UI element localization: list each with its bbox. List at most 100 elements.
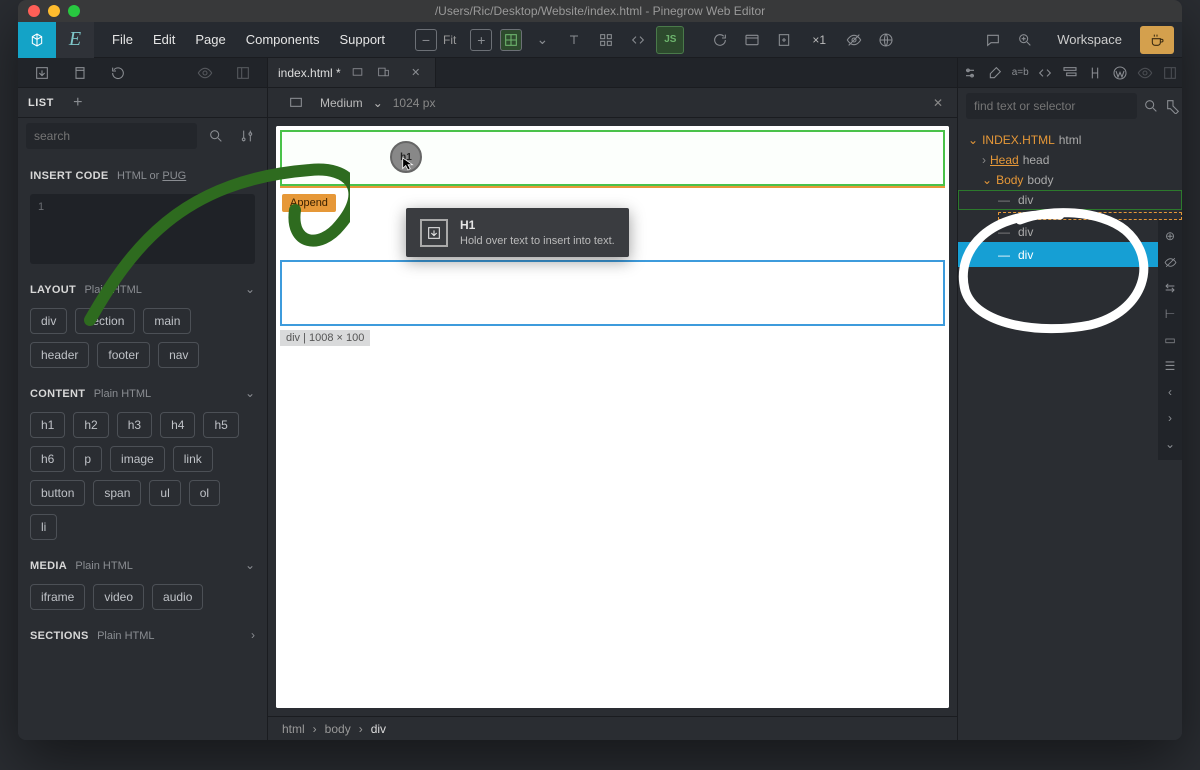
selector-icon[interactable] <box>1165 92 1181 120</box>
pug-link[interactable]: PUG <box>162 170 186 182</box>
library-icon[interactable] <box>66 59 94 87</box>
tree-panel-icon[interactable] <box>1058 59 1083 87</box>
list-tab[interactable]: LIST <box>28 97 54 109</box>
tree-file-root[interactable]: ⌄ INDEX.HTML html <box>958 130 1182 150</box>
eye-icon[interactable] <box>191 59 219 87</box>
move-icon[interactable]: ⇆ <box>1160 278 1180 298</box>
coffee-icon[interactable] <box>1140 26 1174 54</box>
tree-div-selected[interactable]: —div <box>958 242 1182 267</box>
tag-audio[interactable]: audio <box>152 584 203 610</box>
tree-div-2[interactable]: —div <box>958 222 1182 242</box>
browser-preview-icon[interactable] <box>738 26 766 54</box>
tag-main[interactable]: main <box>143 308 191 334</box>
tag-li[interactable]: li <box>30 514 57 540</box>
settings-icon[interactable] <box>958 59 983 87</box>
visibility-icon[interactable] <box>840 26 868 54</box>
align-icon[interactable]: ⊢ <box>1160 304 1180 324</box>
component-search-input[interactable] <box>26 123 197 149</box>
chevron-down-icon[interactable]: ⌄ <box>245 168 255 182</box>
code-icon[interactable] <box>624 26 652 54</box>
zoom-level[interactable]: ×1 <box>812 33 826 47</box>
tag-span[interactable]: span <box>93 480 141 506</box>
chevron-right-icon[interactable]: › <box>1160 408 1180 428</box>
chevron-left-icon[interactable]: ‹ <box>1160 382 1180 402</box>
close-viewport-icon[interactable]: ✕ <box>933 96 943 110</box>
tag-button[interactable]: button <box>30 480 85 506</box>
editor-mode-icon[interactable]: E <box>56 22 94 58</box>
refresh-icon[interactable] <box>706 26 734 54</box>
document-tab[interactable]: index.html * ✕ <box>268 58 436 87</box>
tag-h5[interactable]: h5 <box>203 412 238 438</box>
chevron-down-icon[interactable]: ⌄ <box>245 558 255 572</box>
insert-panel-icon[interactable] <box>28 59 56 87</box>
search-icon[interactable] <box>1143 92 1159 120</box>
responsive-icon[interactable] <box>375 64 393 82</box>
magnify-icon[interactable] <box>1011 26 1039 54</box>
viewport-size-label[interactable]: Medium <box>320 96 363 110</box>
tag-section[interactable]: section <box>75 308 135 334</box>
visual-helpers-icon[interactable] <box>500 29 522 51</box>
tag-header[interactable]: header <box>30 342 89 368</box>
fit-label[interactable]: Fit <box>443 33 456 47</box>
add-tab-icon[interactable]: + <box>64 89 92 117</box>
wordpress-icon[interactable] <box>1107 59 1132 87</box>
tag-h3[interactable]: h3 <box>117 412 152 438</box>
css-grid-icon[interactable] <box>592 26 620 54</box>
tag-ol[interactable]: ol <box>189 480 220 506</box>
tag-footer[interactable]: footer <box>97 342 150 368</box>
panel-layout-icon[interactable] <box>229 59 257 87</box>
text-tool-icon[interactable] <box>560 26 588 54</box>
tag-link[interactable]: link <box>173 446 213 472</box>
viewport-icon[interactable] <box>282 89 310 117</box>
close-tab-icon[interactable]: ✕ <box>407 64 425 82</box>
chevron-down-icon[interactable]: ⌄ <box>245 282 255 296</box>
tag-h2[interactable]: h2 <box>73 412 108 438</box>
tag-image[interactable]: image <box>110 446 165 472</box>
box-icon[interactable]: ▭ <box>1160 330 1180 350</box>
menu-file[interactable]: File <box>102 22 143 58</box>
zoom-in-icon[interactable]: + <box>470 29 492 51</box>
tag-nav[interactable]: nav <box>158 342 199 368</box>
zoom-out-icon[interactable]: − <box>415 29 437 51</box>
js-icon[interactable]: JS <box>656 26 684 54</box>
tag-ul[interactable]: ul <box>149 480 180 506</box>
tree-head[interactable]: › Head head <box>958 150 1182 170</box>
drop-target-div[interactable] <box>280 130 945 186</box>
menu-page[interactable]: Page <box>185 22 235 58</box>
chat-icon[interactable] <box>979 26 1007 54</box>
dropdown-chevron-icon[interactable]: ⌄ <box>528 26 556 54</box>
globe-icon[interactable] <box>872 26 900 54</box>
chevron-down-icon[interactable]: ⌄ <box>245 386 255 400</box>
brush-icon[interactable] <box>983 59 1008 87</box>
tree-div-1[interactable]: —div <box>958 190 1182 210</box>
chevron-right-icon[interactable]: › <box>251 628 255 642</box>
tree-search-input[interactable] <box>966 93 1137 119</box>
eye-icon[interactable] <box>1132 59 1157 87</box>
actions-icon[interactable] <box>1082 59 1107 87</box>
tag-h6[interactable]: h6 <box>30 446 65 472</box>
tag-h4[interactable]: h4 <box>160 412 195 438</box>
tag-h1[interactable]: h1 <box>30 412 65 438</box>
target-icon[interactable]: ⊕ <box>1160 226 1180 246</box>
menu-components[interactable]: Components <box>236 22 330 58</box>
menu-support[interactable]: Support <box>329 22 395 58</box>
new-page-icon[interactable] <box>770 26 798 54</box>
attributes-icon[interactable]: a=b <box>1008 59 1033 87</box>
tag-div[interactable]: div <box>30 308 67 334</box>
hide-icon[interactable] <box>1160 252 1180 272</box>
tag-video[interactable]: video <box>93 584 144 610</box>
filter-icon[interactable] <box>234 122 259 150</box>
selected-div[interactable] <box>280 260 945 326</box>
panel-layout-icon[interactable] <box>1157 59 1182 87</box>
tag-p[interactable]: p <box>73 446 102 472</box>
search-icon[interactable] <box>203 122 228 150</box>
menu-edit[interactable]: Edit <box>143 22 185 58</box>
chevron-down-icon[interactable]: ⌄ <box>1160 434 1180 454</box>
pinegrow-logo-icon[interactable] <box>18 22 56 58</box>
device-icon[interactable] <box>349 64 367 82</box>
canvas[interactable]: Append h1 H1 Hold over text to insert in… <box>276 126 949 708</box>
workspace-button[interactable]: Workspace <box>1043 22 1136 58</box>
history-icon[interactable] <box>104 59 132 87</box>
tag-iframe[interactable]: iframe <box>30 584 85 610</box>
crumb-html[interactable]: html <box>282 722 305 736</box>
